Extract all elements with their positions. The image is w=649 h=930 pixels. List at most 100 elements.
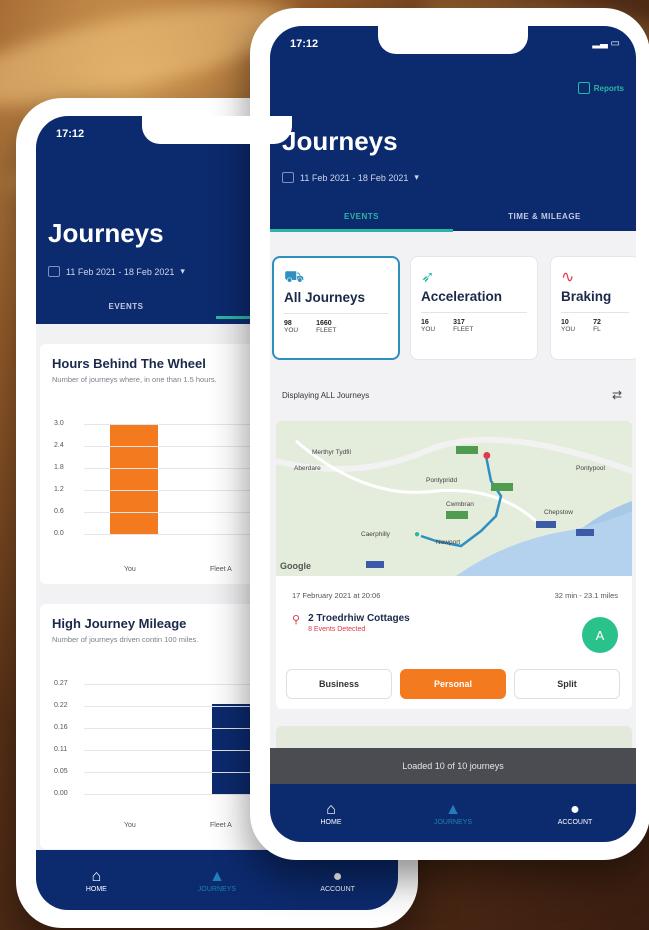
chevron-down-icon: ▾ (414, 172, 419, 182)
calendar-icon (48, 266, 60, 277)
map-place-label: Newport (436, 539, 461, 546)
home-icon: ⌂ (91, 867, 102, 885)
journey-datetime: 17 February 2021 at 20:06 (292, 591, 381, 600)
account-icon: ● (332, 867, 343, 885)
reports-button[interactable]: Reports (577, 82, 624, 94)
phone-notch (142, 116, 292, 144)
x-label-you: You (124, 566, 136, 573)
location-pin-icon: ⚲ (292, 614, 301, 626)
nav-journeys-label: JOURNEYS (197, 885, 237, 893)
map-place-label: Aberdare (294, 465, 321, 472)
car-icon: ⛟ (284, 269, 305, 286)
journey-destination: ⚲ 2 Troedrhiw Cottages 8 Events Detected (292, 613, 410, 633)
filter-sliders-icon[interactable]: ⇄ (612, 388, 622, 402)
y-tick-label: 0.05 (54, 768, 68, 775)
stat-numbers: 16 YOU 317 FLEET (421, 312, 527, 333)
you-count: 98 YOU (284, 320, 299, 334)
personal-button[interactable]: Personal (400, 669, 506, 699)
date-range-selector[interactable]: 11 Feb 2021 - 18 Feb 2021 ▾ (282, 172, 419, 183)
tab-events[interactable]: EVENTS (36, 294, 216, 319)
nav-home[interactable]: ⌂ HOME (291, 801, 371, 826)
destination-pin-icon: ● (482, 447, 492, 464)
date-range-selector[interactable]: 11 Feb 2021 - 18 Feb 2021 ▾ (48, 266, 185, 277)
map-attribution: Google (280, 561, 311, 571)
filter-row: Displaying ALL Journeys ⇄ (282, 388, 622, 402)
map-graphic (276, 421, 632, 576)
header: 17:12 ▂▃ ▭ Reports Journeys 11 Feb 2021 … (270, 26, 636, 232)
brake-icon: ∿ (561, 269, 575, 286)
toast-message: Loaded 10 of 10 journeys (270, 748, 636, 784)
x-label-fleet: Fleet A (210, 566, 232, 573)
reports-icon (577, 82, 590, 94)
map-place-label: Merthyr Tydfil (312, 449, 351, 456)
fleet-count: 72 FL (593, 319, 601, 333)
y-tick-label: 2.4 (54, 442, 64, 449)
x-label-fleet: Fleet A (210, 822, 232, 829)
map-place-label: Pontypridd (426, 477, 458, 484)
journey-score-badge: A (582, 617, 618, 653)
phone-notch (378, 26, 528, 54)
journey-address: 2 Troedrhiw Cottages (308, 613, 410, 624)
nav-journeys-label: JOURNEYS (433, 818, 473, 826)
you-count: 10 YOU (561, 319, 576, 333)
x-label-you: You (124, 822, 136, 829)
front-phone: 17:12 ▂▃ ▭ Reports Journeys 11 Feb 2021 … (250, 8, 649, 860)
nav-account[interactable]: ● ACCOUNT (535, 801, 615, 826)
y-tick-label: 3.0 (54, 420, 64, 427)
home-icon: ⌂ (326, 800, 336, 818)
stat-label: All Journeys (284, 290, 366, 305)
bottom-nav: ⌂ HOME ▲ JOURNEYS ● ACCOUNT (270, 784, 636, 842)
y-tick-label: 0.27 (54, 680, 68, 687)
nav-account[interactable]: ● ACCOUNT (298, 868, 378, 893)
journey-events[interactable]: 8 Events Detected (308, 626, 410, 633)
business-button[interactable]: Business (286, 669, 392, 699)
y-tick-label: 1.2 (54, 486, 64, 493)
nav-journeys[interactable]: ▲ JOURNEYS (177, 868, 257, 893)
battery-icon: ▂▃ ▭ (592, 38, 620, 49)
nav-account-label: ACCOUNT (320, 885, 355, 893)
bar-you (110, 424, 158, 534)
page-title: Journeys (48, 218, 164, 248)
start-point-icon: ● (414, 529, 421, 540)
account-icon: ● (570, 800, 580, 818)
tab-events[interactable]: EVENTS (270, 204, 453, 232)
nav-home[interactable]: ⌂ HOME (56, 868, 136, 893)
rocket-icon: ➶ (421, 269, 435, 286)
journey-meta: 17 February 2021 at 20:06 32 min - 23.1 … (292, 591, 618, 600)
map-place-label: Cwmbran (446, 501, 474, 508)
page-title: Journeys (282, 126, 398, 156)
y-tick-label: 0.00 (54, 790, 68, 797)
stat-label: Braking (561, 289, 612, 304)
stat-card-braking[interactable]: ∿ Braking 10 YOU 72 FL (550, 256, 636, 360)
y-tick-label: 0.11 (54, 746, 68, 753)
tab-time-mileage[interactable]: TIME & MILEAGE (453, 204, 636, 232)
fleet-count: 1660 FLEET (316, 320, 337, 334)
stat-card-all-journeys[interactable]: ⛟ All Journeys 98 YOU 1660 FLEET (272, 256, 400, 360)
filter-text: Displaying ALL Journeys (282, 390, 370, 400)
stat-label: Acceleration (421, 289, 503, 304)
stat-numbers: 10 YOU 72 FL (561, 312, 629, 333)
y-tick-label: 0.16 (54, 724, 68, 731)
status-time: 17:12 (56, 128, 85, 140)
chevron-down-icon: ▾ (180, 266, 185, 276)
y-tick-label: 0.6 (54, 508, 64, 515)
journeys-icon: ▲ (445, 800, 461, 818)
split-button[interactable]: Split (514, 669, 620, 699)
map-place-label: Pontypool (576, 465, 605, 472)
map-place-label: Caerphilly (361, 531, 390, 538)
you-count: 16 YOU (421, 319, 436, 333)
date-range-text: 11 Feb 2021 - 18 Feb 2021 (66, 266, 175, 277)
journey-card[interactable]: ● ● Merthyr Tydfil Aberdare Pontypridd C… (276, 421, 632, 709)
journeys-icon: ▲ (209, 867, 225, 885)
nav-home-label: HOME (85, 885, 107, 893)
status-time: 17:12 (290, 38, 319, 50)
nav-account-label: ACCOUNT (557, 818, 593, 826)
calendar-icon (282, 172, 294, 183)
y-tick-label: 0.22 (54, 702, 68, 709)
nav-home-label: HOME (320, 818, 342, 826)
route-map[interactable]: ● ● Merthyr Tydfil Aberdare Pontypridd C… (276, 421, 632, 576)
nav-journeys[interactable]: ▲ JOURNEYS (413, 801, 493, 826)
fleet-count: 317 FLEET (453, 319, 474, 333)
stat-card-acceleration[interactable]: ➶ Acceleration 16 YOU 317 FLEET (410, 256, 538, 360)
y-tick-label: 0.0 (54, 530, 64, 537)
